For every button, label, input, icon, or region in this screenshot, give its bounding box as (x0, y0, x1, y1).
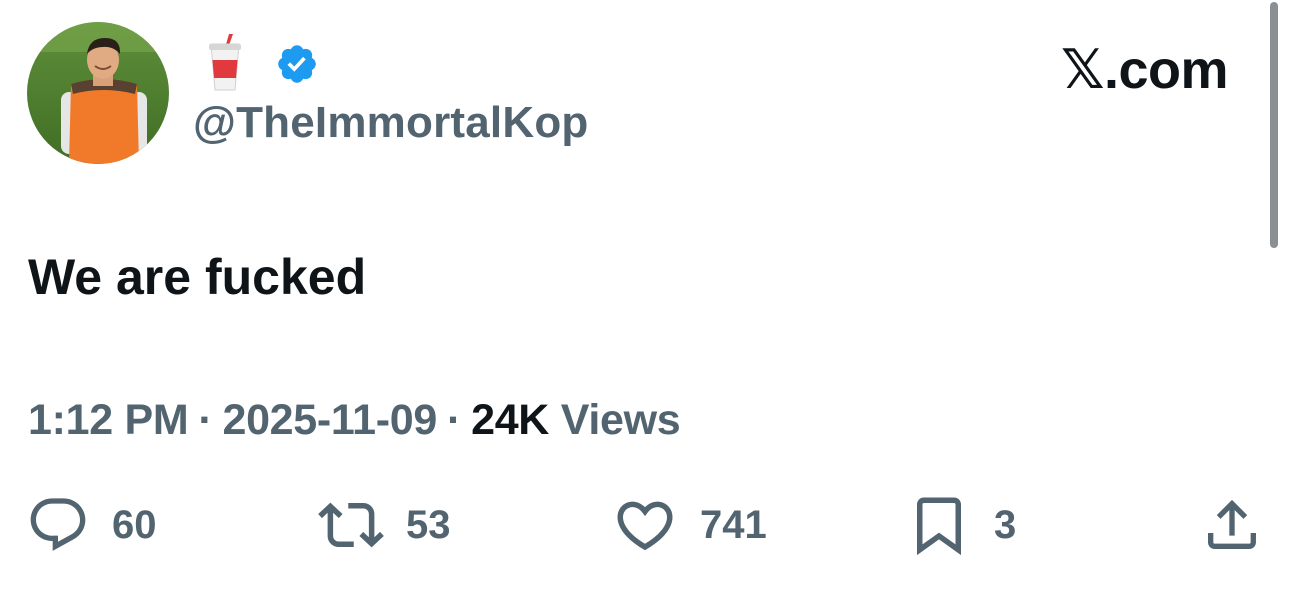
bookmark-icon (906, 492, 972, 558)
display-name-row[interactable] (205, 34, 319, 94)
retweet-button[interactable]: 53 (318, 490, 451, 560)
tweet-card: @TheImmortalKop 𝕏.com We are fucked 1:12… (0, 0, 1290, 589)
action-bar: 60 53 741 3 (0, 490, 1290, 560)
views-count: 24K (471, 396, 550, 444)
bookmark-count: 3 (994, 502, 1017, 547)
like-button[interactable]: 741 (612, 490, 767, 560)
bookmark-button[interactable]: 3 (906, 490, 1016, 560)
meta-separator: · (447, 396, 462, 444)
meta-separator: · (198, 396, 213, 444)
like-count: 741 (700, 502, 767, 547)
reply-count: 60 (112, 502, 157, 547)
share-icon (1200, 493, 1264, 557)
user-handle[interactable]: @TheImmortalKop (193, 98, 588, 148)
reply-icon (26, 493, 90, 557)
drink-cup-emoji (205, 34, 245, 94)
retweet-icon (318, 492, 384, 558)
reply-button[interactable]: 60 (26, 490, 157, 560)
scrollbar[interactable] (1270, 2, 1278, 248)
brand-watermark: 𝕏.com (1060, 40, 1229, 100)
verified-badge-icon[interactable] (275, 42, 319, 86)
heart-icon (612, 492, 678, 558)
retweet-count: 53 (406, 502, 451, 547)
views-label: Views (560, 396, 681, 444)
avatar[interactable] (27, 22, 169, 164)
tweet-date[interactable]: 2025-11-09 (222, 396, 437, 444)
tweet-text: We are fucked (28, 249, 367, 305)
tweet-meta: 1:12 PM · 2025-11-09 · 24K Views (28, 396, 681, 445)
share-button[interactable] (1200, 490, 1264, 560)
tweet-time[interactable]: 1:12 PM (28, 396, 189, 444)
